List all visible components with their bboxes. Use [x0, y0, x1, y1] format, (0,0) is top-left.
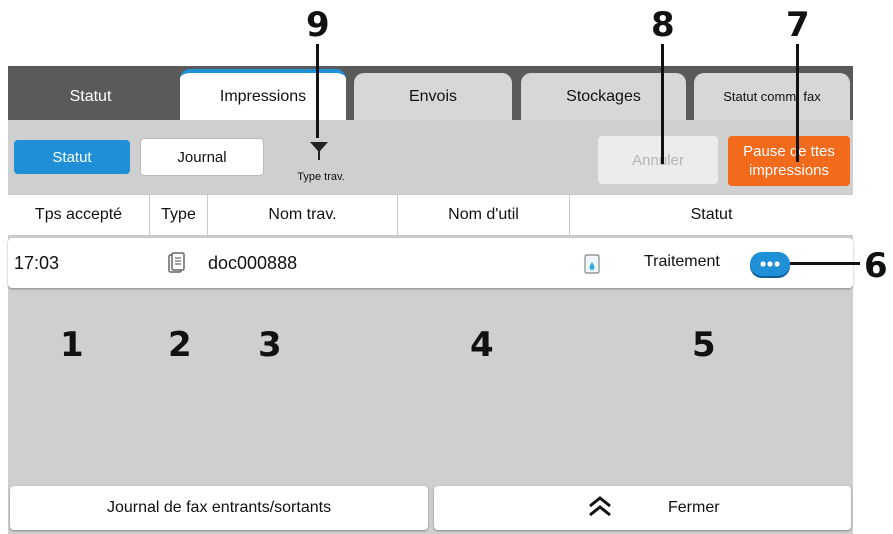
callout-8-leader-line	[661, 44, 664, 164]
column-header-status[interactable]: Statut	[570, 195, 853, 235]
more-options-button[interactable]	[750, 252, 790, 276]
tab-bar: Statut Impressions Envois Stockages Stat…	[8, 66, 853, 120]
table-row[interactable]: 17:03 doc000888 Traitement	[8, 238, 853, 288]
callout-8: 8	[651, 5, 675, 45]
job-status-panel: Statut Impressions Envois Stockages Stat…	[8, 66, 860, 534]
callout-1: 1	[60, 325, 84, 365]
fax-log-button[interactable]: Journal de fax entrants/sortants	[10, 486, 428, 530]
tab-impressions[interactable]: Impressions	[180, 69, 346, 120]
print-status-icon	[584, 254, 600, 274]
callout-2: 2	[168, 325, 192, 365]
column-header-type[interactable]: Type	[150, 195, 208, 235]
callout-7: 7	[786, 5, 810, 45]
callout-7-leader-line	[796, 44, 799, 162]
document-stack-icon	[168, 252, 185, 273]
column-header-job-name[interactable]: Nom trav.	[208, 195, 398, 235]
table-header: Tps accepté Type Nom trav. Nom d'util St…	[8, 194, 853, 236]
callout-3: 3	[258, 325, 282, 365]
column-header-user-name[interactable]: Nom d'util	[398, 195, 570, 235]
job-time: 17:03	[14, 253, 60, 273]
job-status: Traitement	[644, 253, 720, 270]
journal-toggle-button[interactable]: Journal	[140, 138, 264, 176]
funnel-icon	[310, 142, 328, 160]
callout-5: 5	[692, 325, 716, 365]
job-type-filter[interactable]: Type trav.	[288, 138, 368, 188]
close-button-label: Fermer	[668, 499, 720, 516]
statut-toggle-button[interactable]: Statut	[14, 140, 130, 174]
callout-9-leader-line	[316, 44, 319, 138]
cancel-button[interactable]: Annuler	[598, 136, 718, 184]
job-name: doc000888	[208, 253, 298, 273]
column-header-time[interactable]: Tps accepté	[8, 195, 150, 235]
callout-9: 9	[306, 5, 330, 45]
tab-statut-comm-fax[interactable]: Statut comm. fax	[694, 73, 850, 120]
chevron-up-icon	[589, 496, 611, 517]
callout-6-leader-line	[790, 262, 860, 265]
tab-envois[interactable]: Envois	[354, 73, 512, 120]
pause-all-prints-button[interactable]: Pause de ttes impressions	[728, 136, 850, 186]
close-button[interactable]: Fermer	[434, 486, 851, 530]
job-type-filter-label: Type trav.	[297, 171, 345, 183]
more-options-icon	[760, 261, 780, 267]
callout-6: 6	[864, 246, 888, 286]
callout-4: 4	[470, 325, 494, 365]
tab-statut[interactable]: Statut	[8, 73, 173, 120]
